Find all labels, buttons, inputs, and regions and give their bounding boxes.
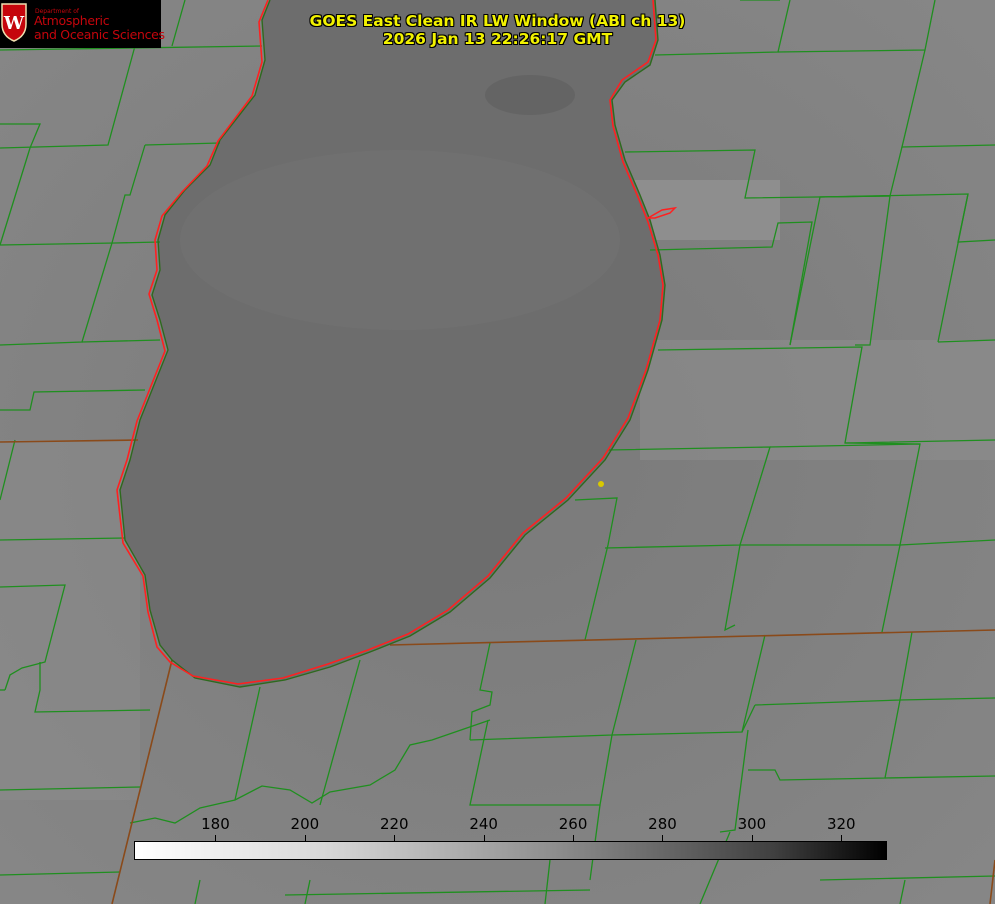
image-title: GOES East Clean IR LW Window (ABI ch 13) <box>309 12 686 30</box>
colorbar-tick-mark <box>573 835 575 841</box>
map-canvas <box>0 0 995 904</box>
colorbar-tick-mark <box>662 835 664 841</box>
colorbar-tick-mark <box>304 835 306 841</box>
colorbar-tick-mark <box>751 835 753 841</box>
colorbar-tick-mark <box>483 835 485 841</box>
colorbar-tick-label: 220 <box>379 815 409 833</box>
image-timestamp: 2026 Jan 13 22:26:17 GMT <box>382 30 613 48</box>
colorbar <box>134 841 887 860</box>
station-marker <box>598 481 604 487</box>
lake-shading <box>180 150 620 330</box>
colorbar-tick-label: 200 <box>290 815 320 833</box>
colorbar-tick-mark <box>841 835 843 841</box>
colorbar-tick-label: 280 <box>648 815 677 833</box>
colorbar-tick-label: 260 <box>558 815 588 833</box>
cloud-patch <box>640 340 995 460</box>
lake-shading <box>485 75 575 115</box>
cloud-patch <box>0 440 140 800</box>
colorbar-tick-label: 300 <box>737 815 767 833</box>
colorbar-tick-label: 320 <box>826 815 856 833</box>
satellite-map: W Department of Atmospheric and Oceanic … <box>0 0 995 904</box>
colorbar-tick-label: 240 <box>469 815 498 833</box>
colorbar-tick-label: 180 <box>201 815 230 833</box>
colorbar-tick-mark <box>215 835 217 841</box>
colorbar-tick-mark <box>394 835 396 841</box>
